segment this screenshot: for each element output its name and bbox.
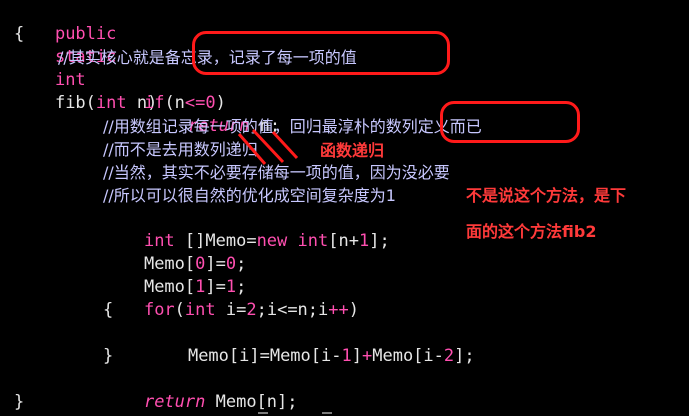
code-line-brace-close[interactable]: } bbox=[14, 391, 24, 414]
code-editor[interactable]: public static int fib(int n) { //其实核心就是备… bbox=[0, 0, 689, 416]
annotation-function-recursion: 函数递归 bbox=[320, 141, 385, 160]
keyword-public: public bbox=[54, 24, 117, 44]
number-two: 2 bbox=[246, 300, 257, 320]
bracket-close: ] bbox=[351, 346, 362, 366]
paren-open: ( bbox=[85, 93, 96, 113]
code-line-memo1[interactable]: Memo[1]=1; bbox=[103, 253, 246, 297]
code-line-brace-open[interactable]: { bbox=[14, 23, 24, 46]
annotation-circle-definition bbox=[440, 101, 580, 143]
function-name: fib bbox=[54, 93, 86, 113]
code-line-for-brace-open[interactable]: { bbox=[103, 299, 113, 322]
code-line-return-n[interactable]: return n; bbox=[147, 92, 280, 136]
code-line-return-memo[interactable]: return Memo[n]; bbox=[103, 368, 298, 412]
annotation-strike-marks bbox=[237, 128, 299, 165]
memo-rhs: Memo[i- bbox=[372, 346, 444, 366]
for-condition: ;i<=n;i bbox=[256, 300, 329, 320]
for-open: ( bbox=[174, 300, 185, 320]
array-size-open: [n+ bbox=[328, 231, 359, 251]
keyword-new: new bbox=[256, 231, 288, 251]
code-line-for-brace-close[interactable]: } bbox=[103, 345, 113, 368]
keyword-return: return bbox=[143, 392, 206, 412]
number-two: 2 bbox=[443, 346, 455, 366]
code-line-array-decl[interactable]: int []Memo=new int[n+1]; bbox=[103, 207, 390, 251]
code-line-for[interactable]: for(int i=2;i<=n;i++) bbox=[103, 276, 359, 320]
comment-space-complexity[interactable]: //所以可以很自然的优化成空间复杂度为1 bbox=[103, 184, 396, 207]
array-size-close: ]; bbox=[369, 231, 390, 251]
code-line-memo-sum[interactable]: Memo[i]=Memo[i-1]+Memo[i-2]; bbox=[147, 322, 475, 366]
memo-lhs: Memo[i]=Memo[i- bbox=[187, 346, 342, 366]
code-line-signature[interactable]: public static int fib(int n) bbox=[14, 0, 157, 113]
annotation-note-line2: 面的这个方法fib2 bbox=[466, 222, 597, 241]
number-one: 1 bbox=[341, 346, 352, 366]
code-line-memo0[interactable]: Memo[0]=0; bbox=[103, 230, 246, 274]
return-value: Memo[n]; bbox=[205, 392, 298, 412]
keyword-int: int bbox=[54, 70, 86, 90]
annotation-note-line1: 不是说这个方法，是下 bbox=[466, 186, 627, 205]
keyword-int: int bbox=[184, 300, 216, 320]
operator-increment: ++ bbox=[328, 300, 349, 320]
number-one: 1 bbox=[358, 231, 370, 251]
annotation-circle-memo bbox=[192, 31, 450, 75]
keyword-int-2: int bbox=[287, 231, 329, 251]
keyword-for: for bbox=[143, 300, 175, 320]
bottom-fragment bbox=[258, 412, 268, 414]
bracket-close-semicolon: ]; bbox=[454, 346, 475, 366]
for-init: i= bbox=[215, 300, 247, 320]
for-close: ) bbox=[348, 300, 359, 320]
bottom-fragment bbox=[322, 412, 332, 414]
operator-plus: + bbox=[361, 346, 373, 366]
